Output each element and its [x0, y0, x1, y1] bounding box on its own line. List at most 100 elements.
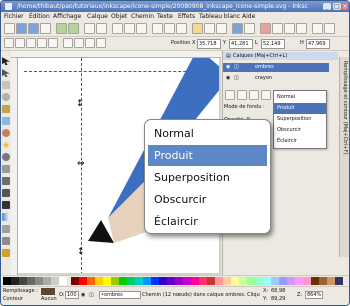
popup-option-eclaircir[interactable]: Éclaircir: [148, 211, 267, 232]
3d-box-tool-icon[interactable]: [2, 117, 10, 125]
cut-icon[interactable]: [124, 23, 135, 34]
new-document-icon[interactable]: [4, 23, 15, 34]
redo-icon[interactable]: [96, 23, 107, 34]
paint-bucket-tool-icon[interactable]: [2, 249, 10, 257]
swatch[interactable]: [199, 277, 207, 285]
blend-option-obscurcir[interactable]: Obscurcir: [274, 125, 326, 136]
layer-row-ombres[interactable]: ◉ ◫ ombres: [223, 63, 329, 72]
swatch[interactable]: [239, 277, 247, 285]
open-icon[interactable]: [16, 23, 27, 34]
flip-vertical-icon[interactable]: [48, 38, 58, 48]
ungroup-icon[interactable]: [244, 23, 255, 34]
connector-tool-icon[interactable]: [2, 225, 10, 233]
close-button[interactable]: ×: [342, 3, 348, 10]
swatch[interactable]: [87, 277, 95, 285]
blend-option-normal[interactable]: Normal: [274, 92, 326, 103]
opacity-spinbox[interactable]: 100: [65, 291, 79, 299]
xml-editor-icon[interactable]: [284, 23, 295, 34]
maximize-button[interactable]: □: [333, 3, 341, 10]
x-field[interactable]: 35,718: [197, 39, 221, 49]
swatch[interactable]: [127, 277, 135, 285]
pencil-tool-icon[interactable]: [2, 165, 10, 173]
blend-option-superposition[interactable]: Superposition: [274, 114, 326, 125]
popup-option-superposition[interactable]: Superposition: [148, 167, 267, 188]
blend-mode-dropdown-list[interactable]: Normal Produit Superposition Obscurcir É…: [273, 90, 327, 149]
node-tool-icon[interactable]: [2, 69, 10, 77]
popup-option-produit[interactable]: Produit: [148, 145, 267, 166]
menu-calque[interactable]: Calque: [87, 13, 108, 20]
lock-icon[interactable]: ◫: [234, 63, 239, 72]
paste-icon[interactable]: [136, 23, 147, 34]
swatch[interactable]: [311, 277, 319, 285]
swatch[interactable]: [335, 277, 343, 285]
swatch[interactable]: [79, 277, 87, 285]
menu-edition[interactable]: Édition: [29, 13, 50, 20]
swatch[interactable]: [207, 277, 215, 285]
menu-affichage[interactable]: Affichage: [53, 13, 81, 20]
menu-aide[interactable]: Aide: [242, 13, 255, 20]
zoom-field[interactable]: 864%: [305, 291, 324, 299]
stroke-value[interactable]: Aucun: [41, 296, 57, 302]
swatch[interactable]: [175, 277, 183, 285]
raise-top-icon[interactable]: [63, 38, 73, 48]
swatch[interactable]: [223, 277, 231, 285]
spiral-tool-icon[interactable]: [2, 153, 10, 161]
popup-option-normal[interactable]: Normal: [148, 123, 267, 144]
select-all-icon[interactable]: [4, 38, 14, 48]
swatch[interactable]: [279, 277, 287, 285]
zoom-tool-icon[interactable]: [2, 93, 10, 101]
import-icon[interactable]: [56, 23, 67, 34]
swatch[interactable]: [19, 277, 27, 285]
lower-bottom-icon[interactable]: [96, 38, 106, 48]
minimize-button[interactable]: _: [323, 3, 331, 10]
lower-icon[interactable]: [85, 38, 95, 48]
unlink-clone-icon[interactable]: [216, 23, 227, 34]
document-properties-icon[interactable]: [324, 23, 335, 34]
menu-fichier[interactable]: Fichier: [4, 13, 24, 20]
menu-effets[interactable]: Effets: [178, 13, 195, 20]
swatch[interactable]: [327, 277, 335, 285]
clone-icon[interactable]: [204, 23, 215, 34]
swatch[interactable]: [191, 277, 199, 285]
swatch[interactable]: [167, 277, 175, 285]
fill-stroke-icon[interactable]: [260, 23, 271, 34]
undo-icon[interactable]: [84, 23, 95, 34]
selector-arrow-icon[interactable]: [2, 57, 10, 65]
blend-option-produit[interactable]: Produit: [274, 103, 326, 114]
print-icon[interactable]: [40, 23, 51, 34]
copy-icon[interactable]: [112, 23, 123, 34]
zoom-selection-icon[interactable]: [152, 23, 163, 34]
swatch[interactable]: [51, 277, 59, 285]
swatch[interactable]: [215, 277, 223, 285]
eye-icon[interactable]: ◉: [226, 63, 230, 72]
transform-handle-bottom-left-icon[interactable]: ↕: [77, 247, 85, 257]
raise-layer-icon[interactable]: [237, 90, 247, 100]
ellipse-tool-icon[interactable]: [2, 129, 10, 137]
zoom-page-icon[interactable]: [176, 23, 187, 34]
star-tool-icon[interactable]: [2, 141, 10, 149]
swatch[interactable]: [27, 277, 35, 285]
current-layer-dropdown[interactable]: •ombres: [99, 291, 141, 299]
remove-layer-icon[interactable]: [261, 90, 271, 100]
swatch[interactable]: [143, 277, 151, 285]
y-field[interactable]: 41,281: [229, 39, 253, 49]
h-field[interactable]: 47,969: [306, 39, 330, 49]
fill-indicator-swatch[interactable]: [41, 288, 55, 295]
rotate-cw-icon[interactable]: [26, 38, 36, 48]
swatch[interactable]: [287, 277, 295, 285]
text-tool-icon[interactable]: [2, 201, 10, 209]
swatch[interactable]: [319, 277, 327, 285]
pen-tool-icon[interactable]: [2, 177, 10, 185]
swatch[interactable]: [71, 277, 79, 285]
tweak-tool-icon[interactable]: [2, 81, 10, 89]
text-font-icon[interactable]: [272, 23, 283, 34]
swatch[interactable]: [263, 277, 271, 285]
align-icon[interactable]: [296, 23, 307, 34]
swatch-white[interactable]: [59, 277, 67, 285]
gradient-tool-icon[interactable]: [2, 213, 10, 221]
duplicate-icon[interactable]: [192, 23, 203, 34]
swatch[interactable]: [11, 277, 19, 285]
swatch[interactable]: [247, 277, 255, 285]
rotate-ccw-icon[interactable]: [15, 38, 25, 48]
calligraphy-tool-icon[interactable]: [2, 189, 10, 197]
